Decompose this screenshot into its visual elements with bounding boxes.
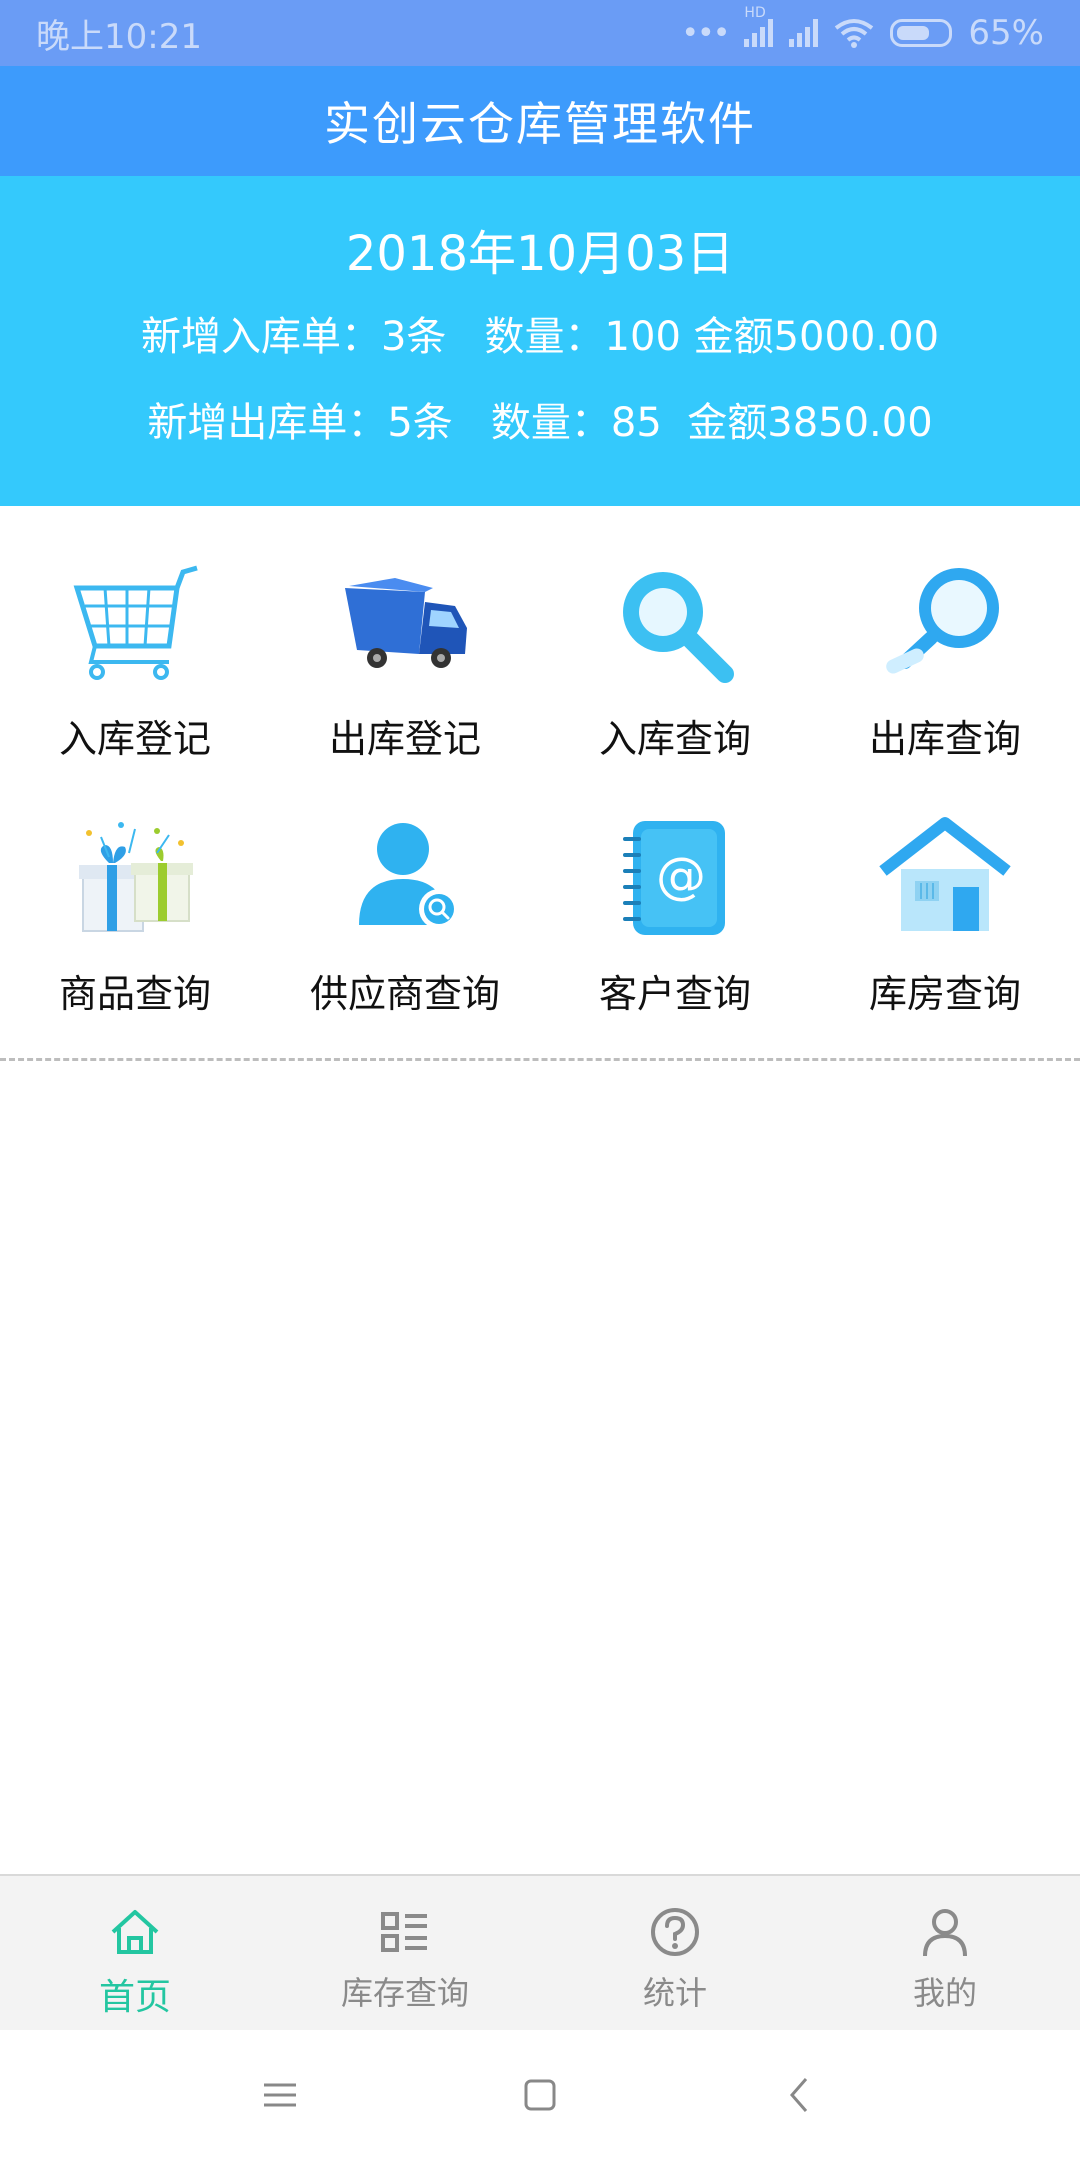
menu-icon[interactable]	[260, 2075, 300, 2115]
menu-label: 出库查询	[868, 717, 1021, 761]
menu-label: 入库查询	[598, 717, 751, 761]
system-navigation-bar	[0, 2030, 1080, 2160]
menu-product-query[interactable]: 商品查询	[0, 795, 270, 1050]
question-icon	[651, 1908, 699, 1956]
tab-label: 统计	[642, 1974, 707, 2012]
summary-date: 2018年10月03日	[345, 226, 735, 282]
tab-label: 库存查询	[340, 1974, 469, 2012]
svg-text:@: @	[656, 847, 706, 905]
menu-supplier-query[interactable]: 供应商查询	[270, 795, 540, 1050]
battery-percent: 65%	[968, 13, 1044, 53]
status-bar: 晚上10:21 ••• HD 65%	[0, 0, 1080, 66]
app-title: 实创云仓库管理软件	[324, 97, 756, 151]
signal-icon	[789, 19, 819, 47]
magnifier-icon	[623, 572, 734, 683]
truck-icon	[345, 578, 467, 668]
tab-home[interactable]: 首页	[0, 1876, 270, 2032]
cart-icon	[73, 565, 198, 680]
wifi-icon	[835, 19, 874, 48]
dots-icon: •••	[681, 15, 730, 51]
magnifier-scroll-icon	[886, 568, 999, 674]
menu-label: 商品查询	[58, 972, 211, 1016]
menu-inbound-query[interactable]: 入库查询	[540, 540, 810, 795]
status-time: 晚上10:21	[36, 16, 202, 57]
tab-label: 我的	[912, 1974, 977, 2012]
app-header: 实创云仓库管理软件	[0, 66, 1080, 176]
menu-outbound-query[interactable]: 出库查询	[810, 540, 1080, 795]
menu-inbound-register[interactable]: 入库登记	[0, 540, 270, 795]
tab-label: 首页	[98, 1977, 171, 2018]
list-icon	[381, 1912, 427, 1952]
tab-inventory-query[interactable]: 库存查询	[270, 1876, 540, 2032]
status-icons: ••• HD 65%	[681, 5, 1044, 53]
menu-outbound-register[interactable]: 出库登记	[270, 540, 540, 795]
warehouse-icon	[879, 817, 1011, 931]
signal-hd-label: HD	[744, 5, 766, 21]
menu-label: 供应商查询	[309, 972, 500, 1016]
summary-outbound: 新增出库单：5条 数量：85 金额3850.00	[147, 400, 933, 446]
menu-label: 入库登记	[58, 717, 211, 761]
menu-label: 客户查询	[598, 972, 751, 1016]
section-divider	[0, 1058, 1080, 1061]
home-square-icon[interactable]	[520, 2075, 560, 2115]
menu-label: 出库登记	[328, 717, 481, 761]
menu-customer-query[interactable]: @ 客户查询	[540, 795, 810, 1050]
summary-inbound: 新增入库单：3条 数量：100 金额5000.00	[140, 314, 940, 360]
daily-summary-panel: 2018年10月03日 新增入库单：3条 数量：100 金额5000.00 新增…	[0, 176, 1080, 506]
bottom-navigation: 首页 库存查询 统计 我的	[0, 1874, 1080, 2032]
person-icon	[923, 1909, 967, 1957]
gift-boxes-icon	[79, 822, 193, 932]
signal-hd-icon: HD	[744, 5, 774, 47]
user-search-icon	[359, 823, 459, 929]
battery-icon	[890, 19, 953, 47]
tab-statistics[interactable]: 统计	[540, 1876, 810, 2032]
tab-mine[interactable]: 我的	[810, 1876, 1080, 2032]
function-grid: 入库登记 出库登记 入库查询 出库查询 商品查询 供应商查询 @ 客户查询 库房…	[0, 540, 1080, 1050]
menu-label: 库房查询	[868, 972, 1021, 1016]
menu-warehouse-query[interactable]: 库房查询	[810, 795, 1080, 1050]
back-icon[interactable]	[780, 2075, 820, 2115]
home-icon	[111, 1910, 159, 1954]
address-book-icon: @	[623, 821, 725, 935]
